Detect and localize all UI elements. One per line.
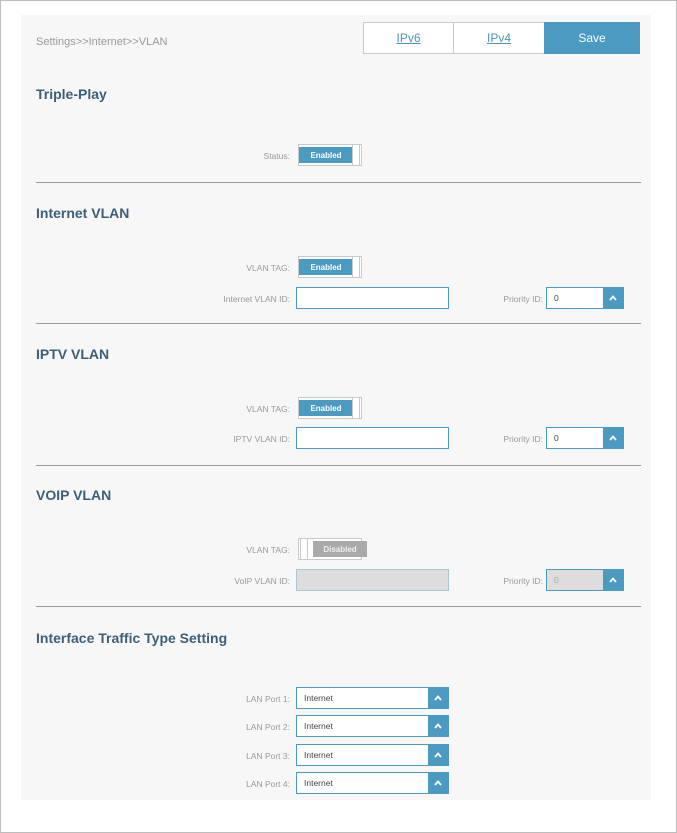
iptv-vlan-tag-toggle[interactable]: Enabled <box>298 397 362 419</box>
ipv4-button[interactable]: IPv4 <box>453 22 545 54</box>
iptv-vlan-tag-label: VLAN TAG: <box>246 404 290 414</box>
toggle-state: Enabled <box>299 400 353 416</box>
select-value: 0 <box>554 575 559 585</box>
internet-vlan-title: Internet VLAN <box>36 205 130 221</box>
toggle-knob <box>352 144 360 166</box>
select-value: 0 <box>554 433 559 443</box>
lan-port-2-label: LAN Port 2: <box>246 722 290 732</box>
select-value: Internet <box>304 778 333 788</box>
status-label: Status: <box>263 151 290 161</box>
voip-vlan-tag-label: VLAN TAG: <box>246 545 290 555</box>
chevron-up-icon[interactable] <box>603 288 623 308</box>
triple-play-status-toggle[interactable]: Enabled <box>298 144 362 166</box>
select-value: Internet <box>304 721 333 731</box>
ipv6-button[interactable]: IPv6 <box>363 22 454 54</box>
internet-priority-label: Priority ID: <box>503 294 543 304</box>
toggle-knob <box>352 397 360 419</box>
save-button[interactable]: Save <box>544 22 640 54</box>
chevron-up-icon[interactable] <box>603 428 623 448</box>
toggle-knob <box>352 256 360 278</box>
voip-vlan-id-label: VoIP VLAN ID: <box>234 576 290 586</box>
lan-port-3-select[interactable]: Internet <box>296 744 449 766</box>
voip-vlan-tag-toggle[interactable]: Disabled <box>298 538 367 560</box>
breadcrumb: Settings>>Internet>>VLAN <box>36 36 168 48</box>
section-divider <box>36 182 641 183</box>
internet-vlan-id-label: Internet VLAN ID: <box>223 294 290 304</box>
select-value: 0 <box>554 293 559 303</box>
select-value: Internet <box>304 693 333 703</box>
iptv-vlan-title: IPTV VLAN <box>36 346 110 362</box>
internet-vlan-tag-label: VLAN TAG: <box>246 263 290 273</box>
voip-vlan-title: VOIP VLAN <box>36 487 112 503</box>
toggle-state: Enabled <box>299 259 353 275</box>
toggle-state: Enabled <box>299 147 353 163</box>
iptv-priority-label: Priority ID: <box>503 434 543 444</box>
lan-port-4-select[interactable]: Internet <box>296 772 449 794</box>
internet-vlan-tag-toggle[interactable]: Enabled <box>298 256 362 278</box>
iptv-priority-select[interactable]: 0 <box>546 427 624 449</box>
chevron-up-icon[interactable] <box>428 745 448 765</box>
lan-port-3-label: LAN Port 3: <box>246 751 290 761</box>
toggle-state: Disabled <box>313 541 367 557</box>
lan-port-2-select[interactable]: Internet <box>296 715 449 737</box>
traffic-type-title: Interface Traffic Type Setting <box>36 630 228 646</box>
voip-priority-label: Priority ID: <box>503 576 543 586</box>
iptv-vlan-id-label: IPTV VLAN ID: <box>233 434 290 444</box>
lan-port-4-label: LAN Port 4: <box>246 779 290 789</box>
section-divider <box>36 323 641 324</box>
chevron-up-icon[interactable] <box>428 716 448 736</box>
internet-priority-select[interactable]: 0 <box>546 287 624 309</box>
chevron-up-icon[interactable] <box>428 773 448 793</box>
lan-port-1-label: LAN Port 1: <box>246 694 290 704</box>
lan-port-1-select[interactable]: Internet <box>296 687 449 709</box>
triple-play-title: Triple-Play <box>36 86 107 102</box>
select-value: Internet <box>304 750 333 760</box>
chevron-up-icon[interactable] <box>428 688 448 708</box>
toggle-knob <box>300 538 308 560</box>
section-divider <box>36 465 641 466</box>
voip-priority-select[interactable]: 0 <box>546 569 624 591</box>
section-divider <box>36 606 641 607</box>
chevron-up-icon[interactable] <box>603 570 623 590</box>
